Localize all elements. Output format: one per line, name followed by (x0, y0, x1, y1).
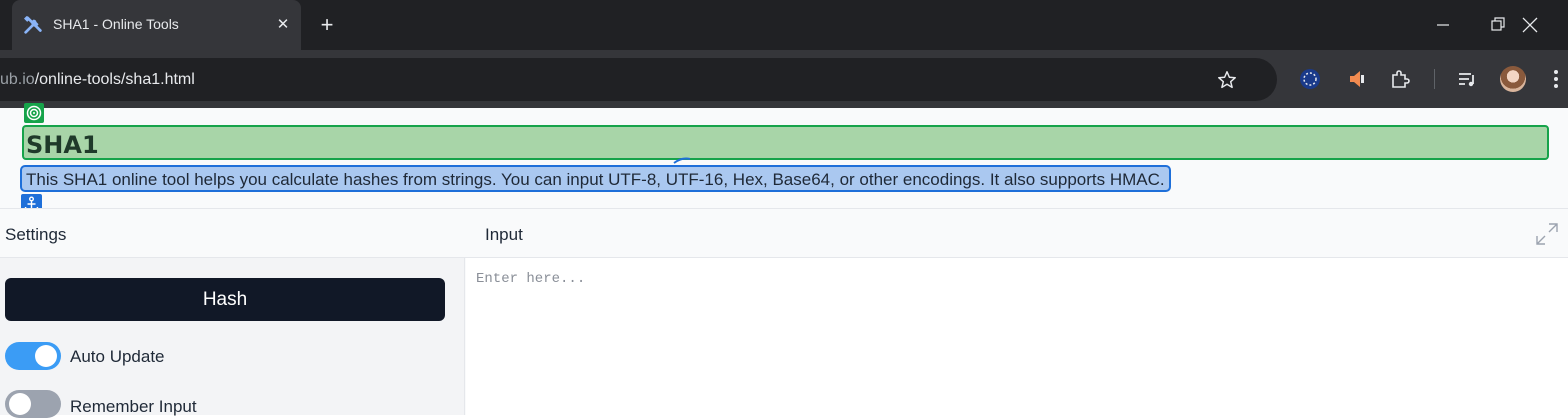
toggle-knob (35, 345, 57, 367)
remember-input-label: Remember Input (70, 397, 197, 416)
input-textarea[interactable] (466, 258, 1568, 415)
auto-update-toggle[interactable] (5, 342, 61, 370)
settings-panel: Hash Auto Update Remember Input (0, 258, 465, 418)
bookmark-star-icon[interactable] (1216, 69, 1238, 91)
remember-input-toggle[interactable] (5, 390, 61, 418)
browser-tab-active[interactable]: SHA1 - Online Tools ✕ (12, 0, 301, 50)
profile-avatar[interactable] (1500, 66, 1526, 92)
input-heading: Input (485, 225, 523, 244)
address-bar[interactable]: ub.io/online-tools/sha1.html (0, 58, 1277, 101)
connector-caret-icon (673, 157, 691, 164)
new-tab-button[interactable]: + (314, 12, 340, 38)
tab-title: SHA1 - Online Tools (53, 16, 179, 32)
toggle-knob (9, 393, 31, 415)
page-title-highlight: SHA1 (22, 125, 1549, 160)
target-icon (24, 103, 44, 123)
tools-icon (23, 15, 42, 34)
browser-menu-icon[interactable] (1549, 66, 1563, 92)
speaker-extension-icon[interactable] (1345, 67, 1369, 91)
page-title: SHA1 (26, 131, 99, 159)
url-text: ub.io/online-tools/sha1.html (0, 71, 195, 88)
input-editor (466, 258, 1568, 415)
minimize-icon[interactable] (1429, 11, 1457, 39)
media-control-icon[interactable] (1456, 67, 1480, 91)
auto-update-label: Auto Update (70, 347, 165, 366)
panel-header-bar: Settings Input (0, 208, 1568, 258)
page-description: This SHA1 online tool helps you calculat… (26, 170, 1165, 189)
toolbar-separator (1434, 69, 1435, 89)
window-close-icon[interactable] (1516, 11, 1544, 39)
page-header: SHA1 This SHA1 online tool helps you cal… (0, 103, 1568, 215)
browser-toolbar: ub.io/online-tools/sha1.html (0, 50, 1568, 108)
browser-titlebar: SHA1 - Online Tools ✕ + (0, 0, 1568, 50)
tab-close-icon[interactable]: ✕ (271, 13, 295, 37)
restore-icon[interactable] (1484, 11, 1512, 39)
settings-heading: Settings (5, 225, 67, 244)
puzzle-extensions-icon[interactable] (1388, 67, 1412, 91)
expand-icon[interactable] (1534, 221, 1560, 247)
page-description-highlight: This SHA1 online tool helps you calculat… (20, 165, 1171, 192)
moon-extension-icon[interactable] (1298, 67, 1322, 91)
page-content: SHA1 This SHA1 online tool helps you cal… (0, 103, 1568, 418)
hash-button[interactable]: Hash (5, 278, 445, 321)
